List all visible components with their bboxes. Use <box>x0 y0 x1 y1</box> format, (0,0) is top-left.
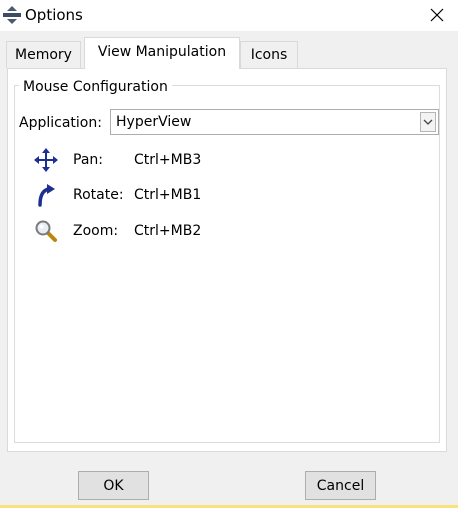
mouse-configuration-group <box>14 85 440 443</box>
rotate-mapping-row: Rotate: Ctrl+MB1 <box>34 183 334 207</box>
pan-arrows-icon <box>34 148 58 172</box>
pan-binding: Ctrl+MB3 <box>134 152 202 168</box>
options-icon <box>3 6 21 24</box>
application-select-value: HyperView <box>116 114 192 130</box>
rotate-label: Rotate: <box>73 187 124 203</box>
rotate-arrow-icon <box>38 184 55 207</box>
close-icon <box>430 8 444 22</box>
window-title: Options <box>25 6 83 24</box>
pan-label: Pan: <box>73 152 103 168</box>
pan-mapping-row: Pan: Ctrl+MB3 <box>34 148 334 172</box>
application-label: Application: <box>19 115 102 131</box>
tab-label: View Manipulation <box>97 44 227 60</box>
zoom-mapping-row: Zoom: Ctrl+MB2 <box>34 219 334 243</box>
zoom-magnifier-icon <box>35 220 57 242</box>
tab-view-manipulation[interactable]: View Manipulation <box>84 37 240 69</box>
tab-label: Icons <box>250 47 288 63</box>
ok-button[interactable]: OK <box>78 471 149 500</box>
zoom-label: Zoom: <box>73 223 119 239</box>
rotate-binding: Ctrl+MB1 <box>134 187 202 203</box>
title-bar: Options <box>0 0 458 31</box>
tab-label: Memory <box>15 47 72 63</box>
zoom-binding: Ctrl+MB2 <box>134 223 202 239</box>
group-title: Mouse Configuration <box>19 79 172 95</box>
application-select[interactable]: HyperView <box>110 109 439 135</box>
tab-panel-view-manipulation: Mouse Configuration Application: HyperVi… <box>7 68 447 452</box>
dialog-body: Memory View Manipulation Icons Mouse Con… <box>0 31 458 508</box>
chevron-down-icon <box>423 119 433 125</box>
dropdown-button[interactable] <box>420 112 436 132</box>
cancel-button[interactable]: Cancel <box>305 471 376 500</box>
close-button[interactable] <box>422 2 452 28</box>
tab-icons[interactable]: Icons <box>240 41 298 68</box>
tab-memory[interactable]: Memory <box>6 41 81 68</box>
